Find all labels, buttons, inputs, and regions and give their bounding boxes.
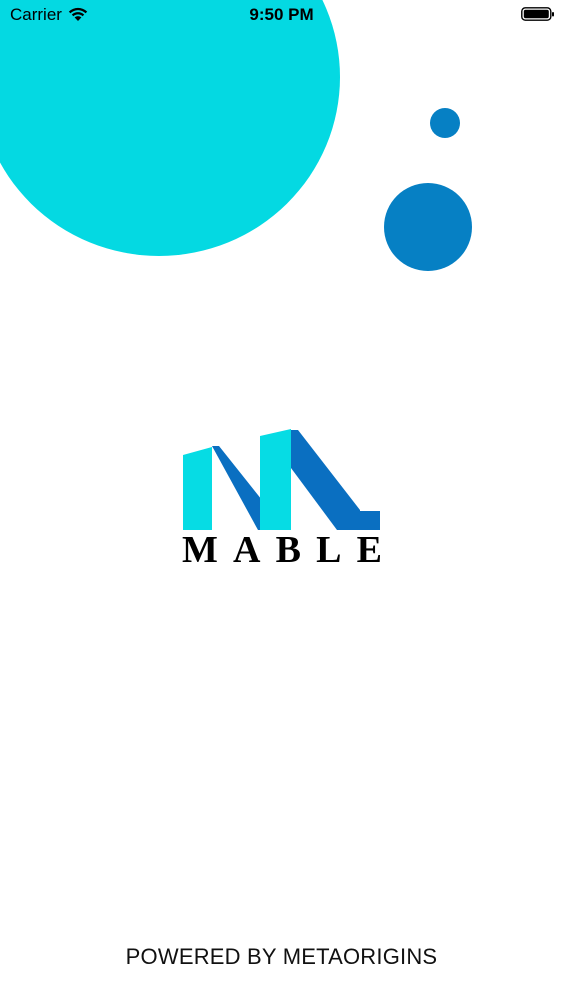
- brand-letter: E: [356, 529, 382, 571]
- brand-letter: M: [182, 529, 218, 571]
- clock: 9:50 PM: [249, 5, 314, 24]
- logo-stem-middle: [260, 429, 291, 530]
- brand-wordmark: M A B L E: [182, 531, 382, 569]
- decorative-circle-large: [0, 0, 340, 256]
- powered-by-label: POWERED BY METAORIGINS: [125, 944, 438, 969]
- decorative-circle-small: [430, 108, 460, 138]
- brand-letter: L: [316, 529, 342, 571]
- decorative-circle-medium: [384, 183, 472, 271]
- logo-foot: [337, 511, 380, 530]
- battery-icon: [521, 6, 555, 27]
- brand-letter: B: [275, 529, 301, 571]
- logo-stem-left: [183, 447, 212, 530]
- brand-letter: A: [233, 529, 261, 571]
- status-bar: Carrier 9:50 PM: [0, 0, 563, 30]
